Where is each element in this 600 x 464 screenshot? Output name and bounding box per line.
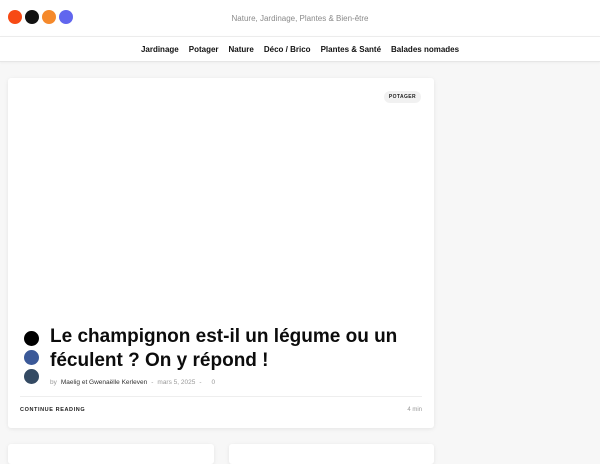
nav-item-deco-brico[interactable]: Déco / Brico (264, 45, 311, 54)
nav-item-nature[interactable]: Nature (229, 45, 254, 54)
comment-count[interactable]: 0 (212, 379, 216, 386)
site-header: Nature, Jardinage, Plantes & Bien-être (0, 0, 600, 36)
category-badge[interactable]: POTAGER (383, 91, 421, 103)
nav-item-potager[interactable]: Potager (189, 45, 219, 54)
meta-by: by (50, 379, 57, 386)
article-title[interactable]: Le champignon est-il un légume ou un féc… (50, 325, 422, 373)
share-facebook-icon[interactable] (24, 350, 39, 365)
next-article-card[interactable] (8, 444, 214, 464)
nav-item-balades-nomades[interactable]: Balades nomades (391, 45, 459, 54)
featured-article-card[interactable]: POTAGER Le champignon est-il un légume o… (8, 78, 434, 428)
site-tagline: Nature, Jardinage, Plantes & Bien-être (231, 14, 369, 23)
article-meta: by Maelig et Gwenaëlle Kerleven - mars 5… (50, 379, 215, 386)
next-article-card[interactable] (229, 444, 434, 464)
read-time: 4 min (407, 407, 422, 413)
article-date: mars 5, 2025 (157, 379, 196, 386)
card-divider (20, 396, 422, 397)
share-buttons (24, 331, 39, 384)
nav-item-jardinage[interactable]: Jardinage (141, 45, 179, 54)
meta-separator: - (151, 379, 154, 386)
share-x-icon[interactable] (24, 331, 39, 346)
share-tumblr-icon[interactable] (24, 369, 39, 384)
nav-item-plantes-sante[interactable]: Plantes & Santé (321, 45, 381, 54)
continue-reading-link[interactable]: CONTINUE READING (20, 407, 85, 413)
article-author[interactable]: Maelig et Gwenaëlle Kerleven (61, 379, 147, 386)
main-nav: Jardinage Potager Nature Déco / Brico Pl… (0, 36, 600, 62)
meta-separator: - (199, 379, 202, 386)
